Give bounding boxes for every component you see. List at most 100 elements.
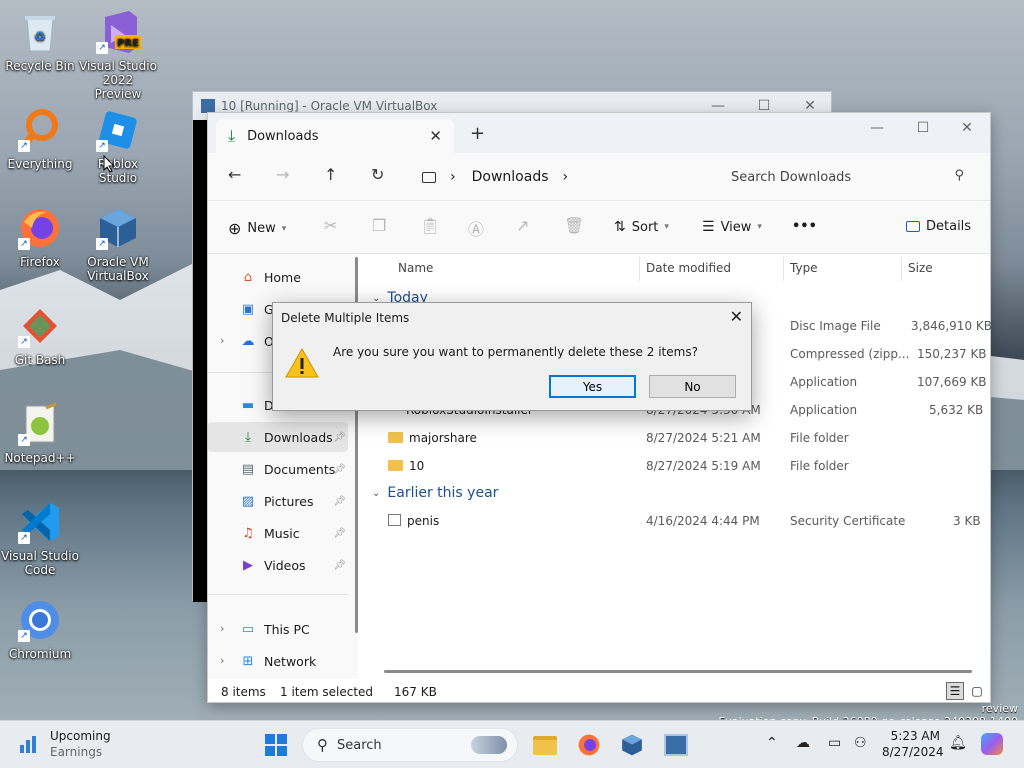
download-arrow-icon: ⤓ [245, 429, 251, 445]
paste-icon[interactable]: 📋︎ [420, 216, 440, 235]
copilot-icon[interactable] [981, 733, 1003, 755]
breadcrumb-chevron-icon[interactable]: › [563, 169, 569, 185]
network-disconnected-icon[interactable]: ☁ [796, 735, 810, 751]
sidebar-item-videos[interactable]: ▶ Videos 📌︎ [208, 550, 348, 580]
close-button[interactable]: ✕ [944, 113, 990, 143]
chevron-down-icon: ⌄ [372, 487, 381, 499]
share-icon[interactable]: ↗ [516, 216, 529, 235]
minimize-button[interactable]: — [854, 113, 900, 143]
horizontal-scrollbar[interactable] [384, 670, 972, 673]
desktop-icon-everything[interactable]: ↗ Everything [0, 106, 80, 171]
desktop-icon-git-bash[interactable]: ↗ Git Bash [0, 302, 80, 367]
sidebar-item-music[interactable]: ♫ Music 📌︎ [208, 518, 348, 548]
desktop-icon-notepad-plus-plus[interactable]: ↗ Notepad++ [0, 400, 80, 465]
group-header-earlier-this-year[interactable]: ⌄ Earlier this year [372, 485, 498, 501]
certificate-icon [388, 514, 401, 526]
address-bar[interactable]: › Downloads › [410, 161, 710, 193]
maximize-button[interactable]: ☐ [900, 113, 946, 143]
widgets-button[interactable]: Upcoming Earnings [20, 729, 150, 761]
forward-button[interactable]: → [276, 165, 289, 184]
details-pane-button[interactable]: Details [906, 219, 971, 234]
sidebar-item-documents[interactable]: ▤ Documents 📌︎ [208, 454, 348, 484]
gallery-icon: ▣ [241, 301, 255, 317]
tray-overflow-chevron-icon[interactable]: ⌃ [766, 735, 778, 751]
view-button[interactable]: ☰ View ▾ [702, 219, 762, 235]
back-button[interactable]: ← [228, 165, 241, 184]
column-header-type[interactable]: Type [790, 254, 818, 282]
magnifier-icon: ↗ [16, 106, 64, 154]
column-separator[interactable] [639, 257, 640, 281]
breadcrumb-downloads[interactable]: Downloads [472, 169, 549, 185]
yes-button[interactable]: Yes [549, 375, 636, 398]
column-header-name[interactable]: Name [398, 254, 433, 282]
tiles-view-icon[interactable]: ▢ [968, 682, 986, 700]
pin-icon[interactable]: 📌︎ [333, 528, 346, 539]
new-button[interactable]: ⊕ New ▾ [228, 219, 286, 238]
pin-icon[interactable]: 📌︎ [333, 464, 346, 475]
desktop-icon-recycle-bin[interactable]: ♻ Recycle Bin [0, 8, 80, 73]
sidebar-item-this-pc[interactable]: ▭ This PC [208, 614, 348, 644]
pin-icon[interactable]: 📌︎ [333, 496, 346, 507]
column-separator[interactable] [901, 257, 902, 281]
taskbar-file-explorer[interactable] [530, 730, 560, 760]
sidebar-item-home[interactable]: ⌂ Home [208, 262, 348, 292]
desktop-icon-roblox-studio[interactable]: ↗ Roblox Studio [78, 106, 158, 185]
desktop-icon-chromium[interactable]: ↗ Chromium [0, 596, 80, 661]
firefox-icon: ↗ [16, 204, 64, 252]
pin-icon[interactable]: 📌︎ [333, 432, 346, 443]
delete-icon[interactable]: 🗑︎ [564, 216, 584, 235]
sidebar-item-network[interactable]: ⊞ Network [208, 646, 348, 676]
more-options-button[interactable]: ••• [792, 219, 817, 234]
cut-icon[interactable]: ✂ [324, 216, 337, 235]
desktop-icon-virtualbox[interactable]: ↗ Oracle VM VirtualBox [78, 204, 158, 283]
video-icon: ▶ [243, 557, 253, 573]
column-header-date[interactable]: Date modified [646, 254, 731, 282]
chevron-down-icon: ▾ [664, 222, 669, 232]
column-header-size[interactable]: Size [908, 254, 933, 282]
search-input[interactable]: Search Downloads ⚲ [718, 161, 976, 193]
start-button[interactable] [261, 730, 291, 760]
shortcut-arrow-icon: ↗ [96, 238, 108, 250]
copy-icon[interactable]: ❐ [372, 216, 386, 235]
search-icon: ⚲ [954, 168, 964, 183]
refresh-button[interactable]: ↻ [371, 165, 384, 184]
close-tab-icon[interactable]: ✕ [429, 127, 442, 145]
taskbar-search[interactable]: ⚲ Search [302, 728, 518, 762]
pin-icon[interactable]: 📌︎ [333, 560, 346, 571]
tab-bar: ⤓ Downloads ✕ + — ☐ ✕ [208, 113, 990, 153]
accessibility-icon[interactable]: ⚇ [854, 735, 867, 751]
shortcut-arrow-icon: ↗ [96, 140, 108, 152]
up-button[interactable]: ↑ [324, 165, 337, 184]
display-icon[interactable]: ▭ [828, 735, 841, 751]
virtualbox-icon [622, 734, 642, 756]
details-view-icon[interactable]: ☰ [946, 682, 964, 700]
column-separator[interactable] [783, 257, 784, 281]
search-icon: ⚲ [317, 736, 328, 754]
status-bar: 8 items 1 item selected 167 KB ☰ ▢ [208, 679, 990, 703]
item-count: 8 items [221, 685, 266, 699]
notification-bell-icon[interactable]: 🔔︎ [949, 735, 967, 751]
breadcrumb-chevron-icon[interactable]: › [450, 169, 456, 185]
taskbar-virtualbox[interactable] [617, 730, 647, 760]
desktop-icon-vscode[interactable]: ↗ Visual Studio Code [0, 498, 80, 577]
folder-icon [533, 735, 557, 755]
virtualbox-app-icon [201, 98, 215, 113]
no-button[interactable]: No [649, 375, 736, 398]
taskbar-firefox[interactable] [574, 730, 604, 760]
desktop-icon-visual-studio-2022[interactable]: PRE ↗ Visual Studio 2022 Preview [78, 8, 158, 101]
tab-downloads[interactable]: ⤓ Downloads ✕ [216, 119, 454, 153]
recycle-bin-icon: ♻ [16, 8, 64, 56]
rename-icon[interactable]: Ⓐ [468, 216, 484, 240]
dialog-close-icon[interactable]: ✕ [730, 307, 743, 326]
desktop-icon-firefox[interactable]: ↗ Firefox [0, 204, 80, 269]
notepad-plus-plus-icon: ↗ [16, 400, 64, 448]
sort-button[interactable]: ⇅ Sort ▾ [614, 219, 669, 235]
sidebar-item-downloads[interactable]: ⤓ Downloads 📌︎ [208, 422, 348, 452]
delete-confirmation-dialog[interactable]: Delete Multiple Items ✕ Are you sure you… [272, 302, 752, 411]
new-tab-button[interactable]: + [470, 123, 485, 144]
folder-icon [388, 460, 403, 471]
sidebar-item-pictures[interactable]: ▨ Pictures 📌︎ [208, 486, 348, 516]
taskbar-vm-window[interactable] [661, 730, 691, 760]
shortcut-arrow-icon: ↗ [18, 630, 30, 642]
clock[interactable]: 5:23 AM 8/27/2024 [882, 728, 944, 760]
